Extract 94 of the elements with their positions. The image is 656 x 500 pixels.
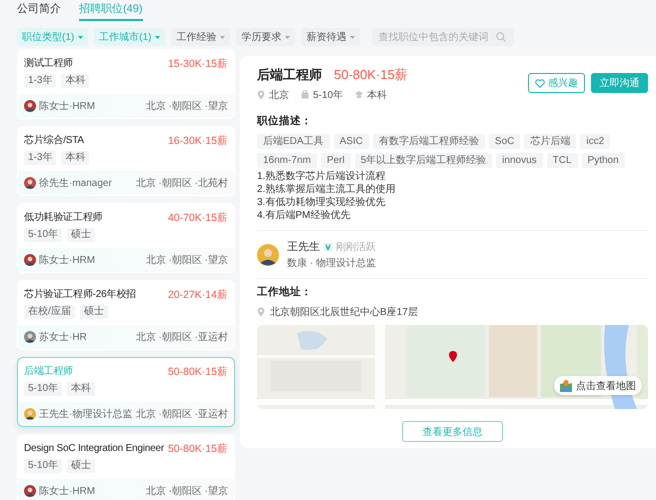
salary: 16-30K·15薪 bbox=[168, 134, 228, 148]
caret-icon bbox=[220, 36, 226, 38]
caret-icon bbox=[155, 36, 160, 38]
tab[interactable]: 公司简介 bbox=[17, 1, 61, 21]
filter-dropdown[interactable]: 工作经验 bbox=[171, 28, 230, 46]
tag: 5-10年 bbox=[24, 228, 62, 242]
salary: 50-80K·15薪 bbox=[334, 66, 408, 84]
caret-icon bbox=[285, 36, 290, 38]
avatar bbox=[24, 408, 36, 420]
caret-icon bbox=[78, 36, 84, 38]
job-title: 后端工程师 bbox=[257, 66, 322, 84]
job-card[interactable]: Design SoC Integration Engineer 50-80K·15薪 5-10年 硕士 陈女士·HRM 北京 ·朝阳区 ·望京 bbox=[17, 434, 235, 500]
skill-tag: SoC bbox=[488, 134, 520, 149]
requirement-line: 3.有低功耗物理实现经验优先 bbox=[257, 196, 386, 209]
avatar bbox=[24, 485, 36, 497]
section-heading: 工作地址： bbox=[257, 285, 313, 299]
skill-tag: Python bbox=[582, 153, 625, 168]
meta-text: 5-10年 bbox=[313, 89, 344, 102]
skill-tag: ASIC bbox=[334, 134, 369, 149]
tag: 本科 bbox=[61, 151, 90, 165]
heart-icon bbox=[535, 78, 545, 88]
avatar bbox=[24, 177, 36, 189]
location-pin-icon bbox=[257, 90, 265, 100]
location: 北京 ·朝阳区 ·望京 bbox=[146, 100, 228, 113]
tag: 1-3年 bbox=[24, 74, 56, 88]
recruiter-name: 苏女士·HR bbox=[39, 330, 87, 344]
avatar bbox=[24, 100, 36, 112]
tag: 在校/应届 bbox=[24, 305, 75, 319]
job-title: 芯片验证工程师-26年校招 bbox=[24, 288, 136, 302]
job-card[interactable]: 后端工程师 50-80K·15薪 5-10年 本科 王先生·物理设计总监 北京 ·朝阳区 ·亚运村 bbox=[17, 357, 235, 427]
location: 北京 ·朝阳区 ·亚运村 bbox=[136, 330, 228, 344]
avatar bbox=[257, 244, 279, 266]
view-map-button[interactable]: 点击查看地图 bbox=[554, 376, 642, 395]
address-text: 北京朝阳区北辰世纪中心B座17层 bbox=[270, 306, 418, 319]
recruiter-name: 王先生·物理设计总监 bbox=[39, 408, 132, 421]
skill-tag: 5年以上数字后端工程师经验 bbox=[354, 153, 492, 168]
avatar bbox=[24, 331, 36, 343]
job-card[interactable]: 芯片验证工程师-26年校招 20-27K·14薪 在校/应届 硕士 苏女士·HR 北京 ·朝阳区 ·亚运村 bbox=[17, 280, 235, 350]
salary: 40-70K·15薪 bbox=[168, 211, 228, 225]
meta-text: 本科 bbox=[367, 88, 388, 102]
avatar bbox=[24, 254, 36, 266]
salary: 20-27K·14薪 bbox=[168, 288, 228, 302]
location-pin-icon bbox=[257, 307, 265, 317]
job-title: Design SoC Integration Engineer bbox=[24, 442, 164, 456]
section-heading: 职位描述： bbox=[257, 114, 313, 128]
filter-dropdown[interactable]: 学历要求 bbox=[236, 28, 296, 46]
location: 北京 ·朝阳区 ·亚运村 bbox=[136, 408, 228, 421]
salary: 50-80K·15薪 bbox=[168, 365, 228, 379]
location: 北京 ·朝阳区 ·望京 bbox=[146, 484, 228, 498]
skill-tag: 芯片后端 bbox=[524, 134, 576, 149]
job-title: 低功耗验证工程师 bbox=[24, 211, 102, 225]
requirement-line: 2.熟练掌握后端主流工具的使用 bbox=[257, 183, 396, 196]
skill-tag: 后端EDA工具 bbox=[257, 134, 330, 149]
caret-icon bbox=[350, 36, 356, 38]
skill-tag: 有数字后端工程师经验 bbox=[372, 134, 485, 149]
job-card[interactable]: 测试工程师 15-30K·15薪 1-3年 本科 陈女士·HRM 北京 ·朝阳区 ·望京 bbox=[17, 49, 235, 119]
tag: 本科 bbox=[67, 382, 96, 396]
skill-tag: icc2 bbox=[580, 134, 610, 149]
map-icon bbox=[560, 380, 572, 392]
search-icon bbox=[496, 32, 506, 42]
skill-tag: innovus bbox=[496, 153, 543, 168]
skill-tag: 16nm-7nm bbox=[257, 153, 317, 168]
meta-text: 北京 bbox=[269, 88, 289, 102]
job-title: 后端工程师 bbox=[24, 365, 74, 379]
skill-tag: TCL bbox=[546, 153, 578, 168]
skill-tag: Perl bbox=[320, 153, 351, 168]
graduation-cap-icon bbox=[355, 90, 364, 100]
tag: 1-3年 bbox=[24, 151, 56, 165]
briefcase-icon bbox=[301, 90, 309, 100]
tag: 硕士 bbox=[67, 459, 96, 473]
job-title: 芯片综合/STA bbox=[24, 134, 84, 148]
tag: 硕士 bbox=[67, 228, 96, 242]
requirement-line: 4.有后端PM经验优先 bbox=[257, 209, 352, 222]
location: 北京 ·朝阳区 ·望京 bbox=[146, 254, 228, 267]
requirement-line: 1.熟悉数字芯片后端设计流程 bbox=[257, 170, 386, 183]
tag: 5-10年 bbox=[24, 382, 62, 396]
job-title: 测试工程师 bbox=[24, 57, 74, 71]
salary: 15-30K·15薪 bbox=[168, 57, 228, 71]
recruiter-position: 数康 · 物理设计总监 bbox=[287, 256, 376, 270]
location: 北京 ·朝阳区 ·北苑村 bbox=[136, 176, 228, 190]
tag: 5-10年 bbox=[24, 459, 62, 473]
recruiter-name: 陈女士·HRM bbox=[39, 100, 96, 113]
active-status: 刚刚活跃 bbox=[336, 240, 376, 254]
verified-icon bbox=[324, 242, 332, 250]
recruiter-name: 徐先生·manager bbox=[39, 176, 112, 190]
filter-dropdown[interactable]: 薪资待遇 bbox=[301, 28, 360, 46]
recruiter-name: 王先生 bbox=[287, 240, 320, 254]
tag: 硕士 bbox=[80, 305, 108, 319]
recruiter-name: 陈女士·HRM bbox=[39, 484, 96, 498]
salary: 50-80K·15薪 bbox=[168, 442, 228, 456]
job-card[interactable]: 芯片综合/STA 16-30K·15薪 1-3年 本科 徐先生·manager 北京 ·朝阳区 ·北苑村 bbox=[17, 126, 235, 196]
job-card[interactable]: 低功耗验证工程师 40-70K·15薪 5-10年 硕士 陈女士·HRM 北京 ·朝阳区 ·望京 bbox=[17, 203, 235, 273]
recruiter-name: 陈女士·HRM bbox=[39, 254, 96, 267]
tag: 本科 bbox=[61, 74, 90, 88]
